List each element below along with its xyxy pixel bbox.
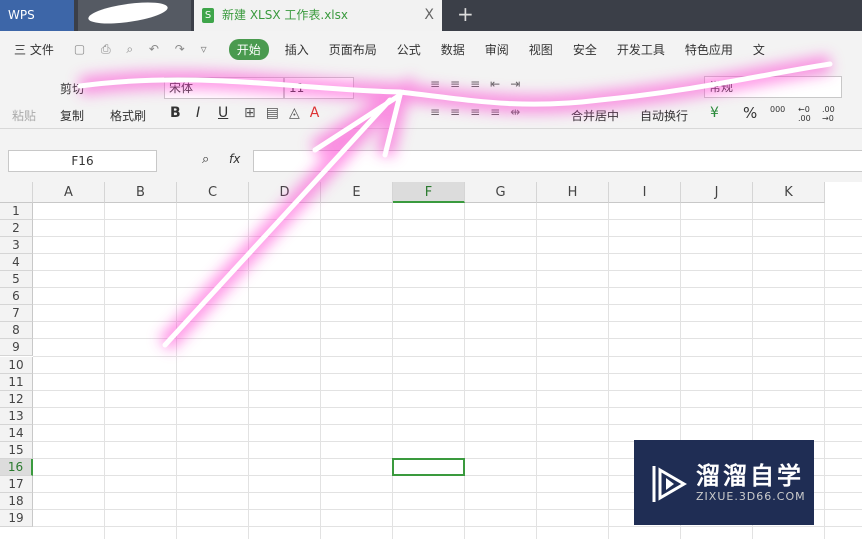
row-header-4[interactable]: 4 — [0, 254, 33, 272]
row-header-8[interactable]: 8 — [0, 322, 33, 340]
ribbon: 粘贴 剪切 复制 格式刷 宋体 11 B I U ⊞▤◬A ≡≡≡⇤⇥ ≡≡≡≡… — [0, 67, 862, 129]
grid-line — [33, 287, 862, 289]
row-header-18[interactable]: 18 — [0, 493, 33, 511]
tab-data[interactable]: 数据 — [441, 41, 465, 58]
row-header-2[interactable]: 2 — [0, 220, 33, 238]
underline-button[interactable]: U — [218, 105, 228, 121]
grid-line — [33, 270, 862, 272]
sheet-icon: S — [202, 8, 214, 23]
merge-center-button[interactable]: 合并居中 — [571, 107, 619, 124]
fx-button[interactable]: fx — [229, 152, 240, 166]
column-header-D[interactable]: D — [249, 182, 321, 203]
font-size-select[interactable]: 11 — [284, 77, 354, 99]
tab-home[interactable]: 开始 — [228, 38, 269, 60]
grid-line — [33, 423, 862, 425]
copy-button[interactable]: 复制 — [60, 107, 84, 124]
tab-formulas[interactable]: 公式 — [397, 41, 421, 58]
tab-more[interactable]: 文 — [753, 41, 765, 58]
column-header-I[interactable]: I — [609, 182, 681, 203]
row-header-9[interactable]: 9 — [0, 339, 33, 357]
row-header-1[interactable]: 1 — [0, 203, 33, 220]
row-header-19[interactable]: 19 — [0, 510, 33, 528]
decrease-decimal-button[interactable]: .00 →0 — [822, 105, 840, 123]
column-header-E[interactable]: E — [321, 182, 393, 203]
column-header-B[interactable]: B — [105, 182, 177, 203]
formula-input[interactable] — [253, 150, 862, 172]
zoom-icon[interactable]: ⌕ — [202, 152, 209, 167]
grid-line — [33, 304, 862, 306]
formula-bar: F16 ⌕ fx — [0, 144, 862, 182]
thousands-button[interactable]: 000 — [770, 105, 785, 114]
tab-developer[interactable]: 开发工具 — [617, 41, 665, 58]
row-header-12[interactable]: 12 — [0, 390, 33, 408]
document-tab[interactable]: S 新建 XLSX 工作表.xlsx X — [194, 0, 442, 31]
wrap-text-button[interactable]: 自动换行 — [640, 107, 688, 124]
tab-special[interactable]: 特色应用 — [685, 41, 733, 58]
column-header-C[interactable]: C — [177, 182, 249, 203]
bold-button[interactable]: B — [170, 105, 181, 121]
row-header-15[interactable]: 15 — [0, 441, 33, 459]
grid-line — [33, 406, 862, 408]
row-header-13[interactable]: 13 — [0, 407, 33, 425]
font-select[interactable]: 宋体 — [164, 77, 284, 99]
play-logo-icon — [652, 466, 687, 502]
redacted-tab[interactable] — [78, 0, 191, 31]
row-header-5[interactable]: 5 — [0, 271, 33, 289]
grid-line — [33, 372, 862, 374]
row-header-6[interactable]: 6 — [0, 288, 33, 306]
quick-access-toolbar[interactable]: ▢ ⎙ ⌕ ↶ ↷ ▿ — [74, 42, 213, 57]
grid-line — [33, 321, 862, 323]
grid-line — [33, 389, 862, 391]
column-header-H[interactable]: H — [537, 182, 609, 203]
column-header-G[interactable]: G — [465, 182, 537, 203]
row-header-14[interactable]: 14 — [0, 424, 33, 442]
paste-button[interactable]: 粘贴 — [12, 107, 36, 124]
selected-cell[interactable] — [392, 457, 465, 476]
select-all-corner[interactable] — [0, 182, 33, 203]
watermark-title: 溜溜自学 — [696, 462, 804, 490]
tab-review[interactable]: 审阅 — [485, 41, 509, 58]
percent-button[interactable]: % — [743, 104, 757, 122]
file-menu[interactable]: 三 文件 — [14, 41, 54, 58]
tab-insert[interactable]: 插入 — [285, 41, 309, 58]
close-tab-icon[interactable]: X — [424, 0, 434, 31]
row-header-10[interactable]: 10 — [0, 356, 33, 374]
tab-security[interactable]: 安全 — [573, 41, 597, 58]
grid-line — [33, 219, 862, 221]
border-fill-color-icons[interactable]: ⊞▤◬A — [244, 105, 329, 121]
format-painter-button[interactable]: 格式刷 — [110, 107, 146, 124]
wps-home-tab[interactable]: WPS — [0, 0, 74, 31]
name-box[interactable]: F16 — [8, 150, 157, 172]
cut-button[interactable]: 剪切 — [60, 80, 84, 97]
grid-line — [33, 355, 862, 357]
document-tab-label: 新建 XLSX 工作表.xlsx — [222, 8, 348, 22]
row-header-3[interactable]: 3 — [0, 237, 33, 255]
row-header-11[interactable]: 11 — [0, 373, 33, 391]
watermark-url: ZIXUE.3D66.COM — [696, 490, 806, 503]
align-icons-2[interactable]: ≡≡≡≡⇹ — [430, 105, 530, 119]
grid-line — [33, 526, 862, 528]
title-bar: WPS S 新建 XLSX 工作表.xlsx X + — [0, 0, 862, 31]
grid-line — [33, 253, 862, 255]
grid-line — [33, 236, 862, 238]
watermark-logo: 溜溜自学 ZIXUE.3D66.COM — [634, 440, 814, 525]
currency-button[interactable]: ¥ — [710, 105, 719, 121]
menu-bar: 三 文件 ▢ ⎙ ⌕ ↶ ↷ ▿ 开始 插入 页面布局 公式 数据 审阅 视图 … — [0, 31, 862, 67]
italic-button[interactable]: I — [196, 105, 200, 121]
new-tab-button[interactable]: + — [457, 2, 474, 26]
tab-page-layout[interactable]: 页面布局 — [329, 41, 377, 58]
row-header-17[interactable]: 17 — [0, 475, 33, 493]
column-header-A[interactable]: A — [33, 182, 105, 203]
row-header-7[interactable]: 7 — [0, 305, 33, 323]
tab-view[interactable]: 视图 — [529, 41, 553, 58]
column-header-F[interactable]: F — [393, 182, 465, 203]
align-icons[interactable]: ≡≡≡⇤⇥ — [430, 77, 530, 91]
grid-line — [33, 338, 862, 340]
increase-decimal-button[interactable]: ←0 .00 — [798, 105, 816, 123]
column-header-K[interactable]: K — [753, 182, 825, 203]
column-header-J[interactable]: J — [681, 182, 753, 203]
row-header-16[interactable]: 16 — [0, 458, 33, 476]
number-format-select[interactable]: 常规 — [704, 76, 842, 98]
